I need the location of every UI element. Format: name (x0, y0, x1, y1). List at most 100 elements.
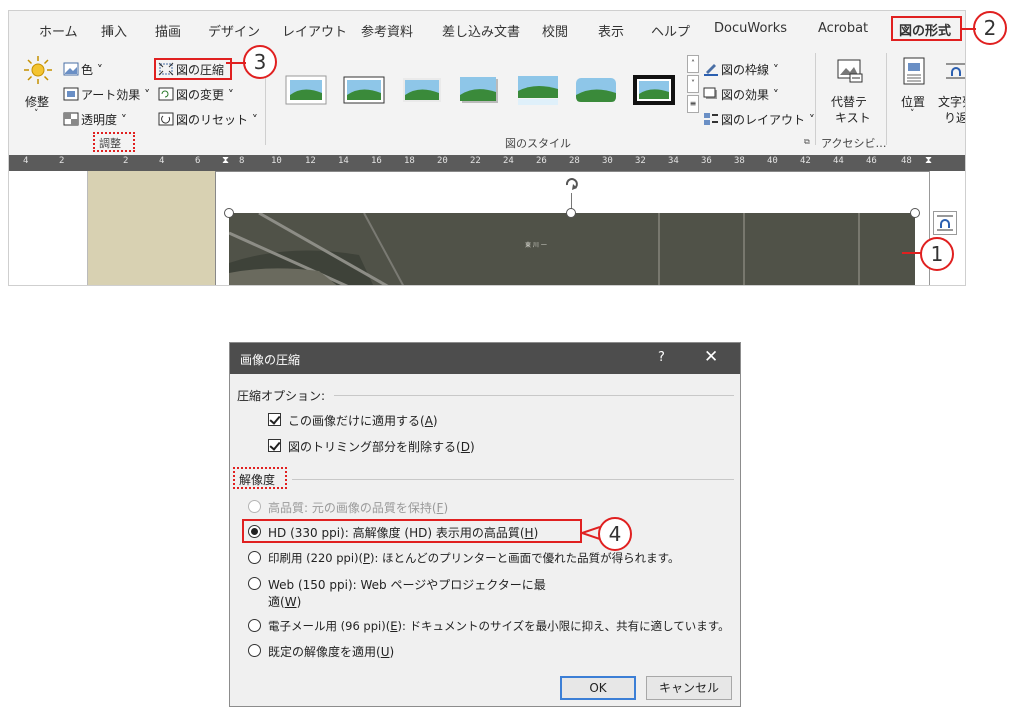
indent-marker[interactable]: ⧗ (222, 155, 229, 166)
ruler-tick: 40 (767, 156, 778, 166)
picture-style-7[interactable] (631, 71, 677, 109)
reset-picture-button[interactable]: 図のリセット ˅ (158, 111, 258, 128)
corrections-button[interactable]: 修整 (25, 93, 49, 110)
wrap-text-button-line2[interactable]: り返し (944, 109, 965, 126)
right-indent-marker[interactable]: ⧗ (925, 155, 932, 166)
ruler-tick: 26 (536, 156, 547, 166)
color-label: 色 ˅ (81, 63, 103, 77)
apply-only-this-picture-label[interactable]: この画像だけに適用する(A) (288, 412, 438, 429)
ruler-tick: 4 (23, 156, 29, 166)
change-picture-icon (158, 87, 174, 101)
web-150-radio[interactable] (248, 577, 261, 590)
ruler-tick: 16 (371, 156, 382, 166)
dialog-titlebar: 画像の圧縮 ? ✕ (230, 343, 740, 374)
picture-style-3[interactable] (399, 71, 445, 109)
tab-layout[interactable]: レイアウト (282, 21, 347, 40)
delete-cropped-areas-label[interactable]: 図のトリミング部分を削除する(D) (288, 438, 475, 455)
horizontal-ruler[interactable]: 4 2 2 4 6 8 10 12 14 16 18 20 22 24 26 2… (9, 155, 965, 171)
cancel-button[interactable]: キャンセル (646, 676, 732, 700)
picture-format-highlight (891, 16, 962, 41)
dialog-launcher-icon[interactable]: ⧉ (804, 137, 810, 147)
position-icon (902, 57, 926, 85)
styles-group-label: 図のスタイル (505, 137, 571, 150)
print-220-radio[interactable] (248, 551, 261, 564)
tab-mailings[interactable]: 差し込み文書 (442, 21, 520, 40)
tab-draw[interactable]: 描画 (155, 21, 181, 40)
tab-review[interactable]: 校閲 (542, 21, 568, 40)
tab-home[interactable]: ホーム (39, 21, 78, 40)
section-divider (292, 479, 734, 480)
web-150-label-line2[interactable]: 適(W) (268, 593, 301, 610)
email-96-radio[interactable] (248, 619, 261, 632)
resize-handle[interactable] (224, 208, 234, 218)
change-picture-button[interactable]: 図の変更 ˅ (158, 86, 234, 103)
picture-layout-button[interactable]: 図のレイアウト ˅ (703, 111, 815, 128)
layout-options-button[interactable] (933, 211, 957, 235)
tab-docuworks[interactable]: DocuWorks (714, 21, 787, 36)
rotate-handle-icon[interactable] (562, 175, 582, 193)
color-button[interactable]: 色 ˅ (63, 61, 103, 78)
resize-handle[interactable] (566, 208, 576, 218)
ruler-tick: 36 (701, 156, 712, 166)
step-marker-2: 2 (973, 11, 1007, 45)
print-220-label[interactable]: 印刷用 (220 ppi)(P): ほとんどのプリンターと画面で優れた品質が得ら… (268, 550, 679, 566)
close-button[interactable]: ✕ (704, 347, 718, 367)
marker-connector (902, 252, 922, 254)
step-marker-4: 4 (598, 517, 632, 551)
picture-style-6[interactable] (573, 71, 619, 109)
picture-color-icon (63, 62, 79, 76)
reset-picture-icon (158, 112, 174, 126)
compress-button-highlight (154, 58, 232, 80)
tab-references[interactable]: 参考資料 (361, 21, 413, 40)
ruler-tick: 30 (602, 156, 613, 166)
tab-insert[interactable]: 挿入 (101, 21, 127, 40)
email-96-label[interactable]: 電子メール用 (96 ppi)(E): ドキュメントのサイズを最小限に抑え、共有… (268, 618, 730, 634)
picture-style-1[interactable] (283, 71, 329, 109)
ruler-tick: 18 (404, 156, 415, 166)
wrap-text-button[interactable]: 文字列 (938, 93, 965, 110)
gallery-more-button[interactable]: ≡ (687, 95, 699, 113)
picture-style-5[interactable] (515, 71, 561, 109)
web-150-label[interactable]: Web (150 ppi): Web ページやプロジェクターに最 (268, 576, 546, 593)
help-button[interactable]: ? (658, 350, 665, 365)
ruler-tick: 12 (305, 156, 316, 166)
position-button[interactable]: 位置 (901, 93, 925, 110)
gallery-down-button[interactable]: ˅ (687, 75, 699, 93)
ruler-tick: 28 (569, 156, 580, 166)
layout-options-icon (937, 215, 953, 231)
tab-help[interactable]: ヘルプ (651, 21, 690, 40)
aerial-photo[interactable]: 東 川 一 (228, 211, 915, 285)
picture-style-2[interactable] (341, 71, 387, 109)
delete-cropped-areas-checkbox[interactable] (268, 439, 281, 452)
ruler-tick: 32 (635, 156, 646, 166)
marker-connector (226, 62, 246, 64)
artistic-effects-label: アート効果 ˅ (81, 88, 151, 102)
document-area: 東 川 一 (9, 171, 965, 285)
compress-pictures-dialog: 画像の圧縮 ? ✕ 圧縮オプション: この画像だけに適用する(A) 図のトリミン… (229, 342, 741, 707)
tab-design[interactable]: デザイン (208, 21, 260, 40)
transparency-label: 透明度 ˅ (81, 113, 127, 127)
tab-acrobat[interactable]: Acrobat (818, 21, 868, 36)
ruler-tick: 44 (833, 156, 844, 166)
picture-border-button[interactable]: 図の枠線 ˅ (703, 61, 779, 78)
ruler-tick: 20 (437, 156, 448, 166)
apply-only-this-picture-checkbox[interactable] (268, 413, 281, 426)
gallery-scroll[interactable]: ˄ ˅ ≡ (687, 55, 699, 117)
default-resolution-radio[interactable] (248, 644, 261, 657)
high-fidelity-radio[interactable] (248, 500, 261, 513)
marker-connector (960, 28, 976, 30)
picture-effects-button[interactable]: 図の効果 ˅ (703, 86, 779, 103)
resolution-highlight (233, 467, 287, 489)
transparency-button[interactable]: 透明度 ˅ (63, 111, 127, 128)
ok-button[interactable]: OK (560, 676, 636, 700)
gallery-up-button[interactable]: ˄ (687, 55, 699, 73)
artistic-effects-button[interactable]: アート効果 ˅ (63, 86, 150, 103)
picture-style-4[interactable] (457, 71, 503, 109)
high-fidelity-label[interactable]: 高品質: 元の画像の品質を保持(F) (268, 499, 448, 516)
alt-text-button[interactable]: 代替テ (831, 93, 867, 110)
default-resolution-label[interactable]: 既定の解像度を適用(U) (268, 643, 394, 660)
change-picture-label: 図の変更 ˅ (176, 88, 234, 102)
tab-view[interactable]: 表示 (598, 21, 624, 40)
alt-text-button-line2[interactable]: キスト (835, 109, 871, 126)
resize-handle[interactable] (910, 208, 920, 218)
